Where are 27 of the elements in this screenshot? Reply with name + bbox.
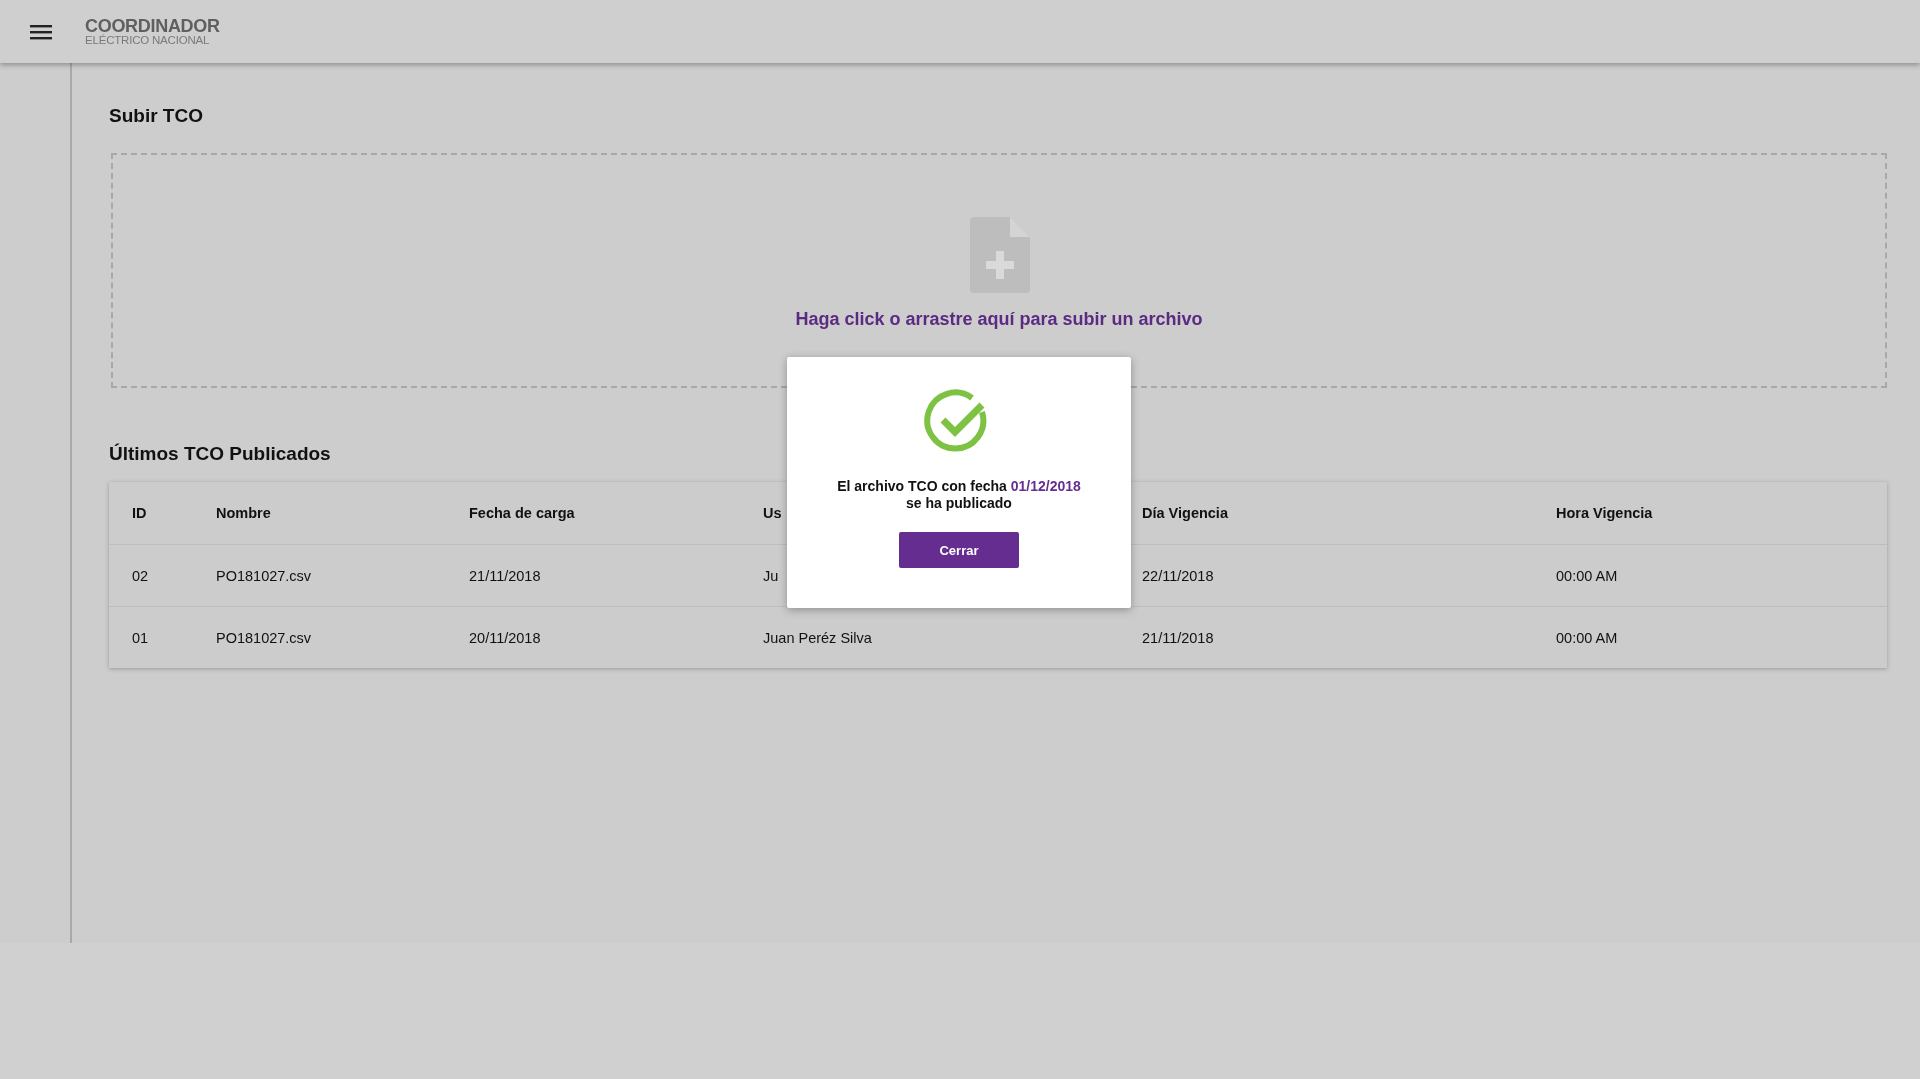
column-header: Us	[763, 505, 783, 521]
section-title: Subir TCO	[109, 105, 204, 127]
table-cell-text: PO181027.csv	[216, 629, 313, 646]
menu-icon[interactable]	[30, 23, 52, 40]
table-cell-text: Ju	[763, 567, 780, 584]
logo-subtitle: ELÉCTRICO NACIONAL	[85, 34, 211, 47]
table-cell-text: Juan Peréz Silva	[763, 629, 873, 646]
dialog-message: El archivo TCO con fecha 01/12/2018 se ha publicado	[837, 478, 1081, 512]
table-cell-text: PO181027.csv	[216, 567, 313, 584]
column-header: ID	[132, 505, 148, 521]
column-header: Nombre	[216, 505, 272, 521]
table-cell-text: 01	[132, 629, 150, 646]
column-header: Día Vigencia	[1142, 505, 1229, 521]
table-cell-text: 00:00 AM	[1556, 567, 1619, 584]
table-cell-text: 22/11/2018	[1142, 567, 1215, 584]
table-cell-text: 20/11/2018	[469, 629, 542, 646]
close-button[interactable]: Cerrar	[899, 532, 1019, 568]
section-title: Últimos TCO Publicados	[109, 443, 332, 465]
dropzone-text: Haga click o arrastre aquí para subir un archivo	[795, 309, 1203, 330]
column-header: Hora Vigencia	[1556, 505, 1654, 521]
table-cell-text: 21/11/2018	[1142, 629, 1215, 646]
file-add-icon	[970, 217, 1030, 293]
logo-title: COORDINADOR	[85, 16, 220, 35]
column-header: Fecha de carga	[469, 505, 576, 521]
table-cell-text: 02	[132, 567, 150, 584]
table-cell-text: 00:00 AM	[1556, 629, 1619, 646]
table-cell-text: 21/11/2018	[469, 567, 542, 584]
